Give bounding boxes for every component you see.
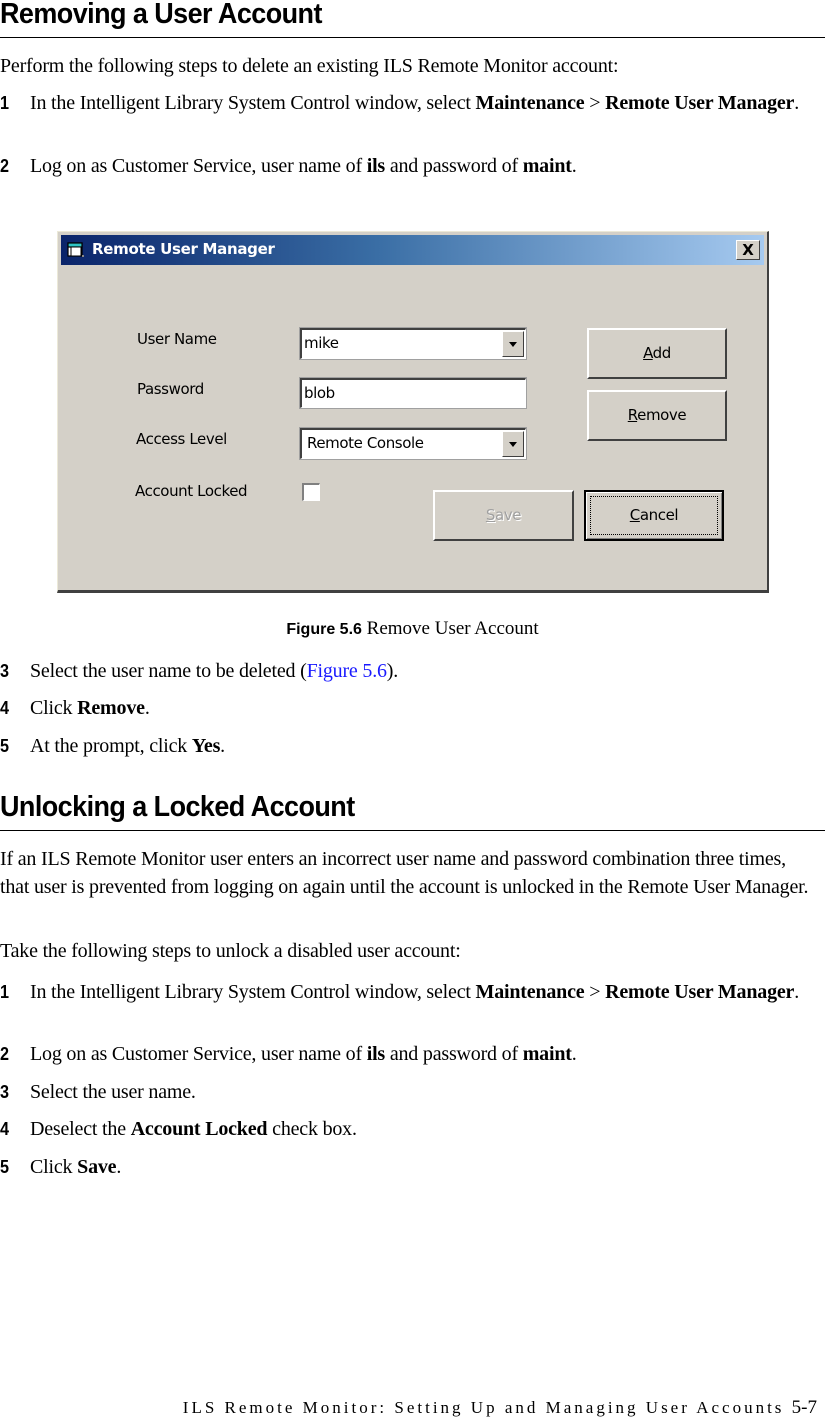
focus-rectangle [590, 496, 718, 535]
step-item: 5 At the prompt, click Yes. [0, 734, 812, 759]
figure-caption: Figure 5.6 Remove User Account [0, 617, 825, 642]
add-label: dd [652, 344, 672, 362]
remote-user-manager-dialog: Remote User Manager X User Name mike Pas… [57, 231, 769, 593]
step-number: 2 [0, 156, 9, 176]
save-button[interactable]: Save [433, 490, 574, 541]
section-heading-removing: Removing a User Account [0, 0, 322, 30]
username-bold: ils [366, 1043, 386, 1065]
save-mnemonic: S [485, 506, 496, 524]
chevron-down-icon[interactable] [502, 331, 524, 357]
punct: . [571, 155, 577, 177]
running-title: ILS Remote Monitor: Setting Up and Manag… [182, 1398, 785, 1417]
unlock-intro: Take the following steps to unlock a dis… [0, 940, 461, 962]
step-item: 3 Select the user name. [0, 1080, 812, 1105]
user-name-label: User Name [137, 330, 217, 348]
menu-path-bold: Maintenance [475, 92, 585, 114]
step-item: 1 In the Intelligent Library System Cont… [0, 980, 812, 1005]
step-item: 4 Click Remove. [0, 696, 812, 721]
step-text: and password of [385, 1043, 523, 1065]
menu-path-bold: Remote User Manager [605, 92, 795, 114]
page-footer: ILS Remote Monitor: Setting Up and Manag… [183, 1397, 817, 1419]
punct: . [794, 92, 800, 114]
punct: . [144, 697, 150, 719]
step-item: 1 In the Intelligent Library System Cont… [0, 91, 812, 116]
save-label: ave [495, 506, 522, 524]
step-number: 3 [0, 1082, 9, 1102]
step-text: In the Intelligent Library System Contro… [30, 92, 476, 114]
step-number: 1 [0, 982, 9, 1002]
step-text: Select the user name. [30, 1081, 196, 1103]
save-bold: Save [77, 1156, 117, 1178]
step-text: At the prompt, click [30, 735, 192, 757]
step-number: 5 [0, 736, 9, 756]
cancel-button[interactable]: Cancel [584, 490, 724, 541]
remove-mnemonic: R [627, 406, 638, 424]
add-mnemonic: A [643, 344, 653, 362]
punct: . [794, 981, 800, 1003]
close-button[interactable]: X [736, 240, 760, 260]
step-number: 4 [0, 1119, 9, 1139]
password-bold: maint [522, 1043, 572, 1065]
password-bold: maint [522, 155, 572, 177]
figure-label: Figure 5.6 [286, 621, 362, 638]
account-locked-checkbox[interactable] [302, 483, 320, 501]
chevron-down-icon[interactable] [502, 431, 524, 457]
step-item: 2 Log on as Customer Service, user name … [0, 154, 812, 179]
step-text: In the Intelligent Library System Contro… [30, 981, 476, 1003]
step-item: 4 Deselect the Account Locked check box. [0, 1117, 812, 1142]
figure-link[interactable]: Figure 5.6 [307, 660, 387, 682]
section-heading-unlocking: Unlocking a Locked Account [0, 791, 355, 823]
user-name-value: mike [304, 334, 339, 352]
step-text: Select the user name to be deleted ( [30, 660, 307, 682]
step-text: Log on as Customer Service, user name of [30, 1043, 367, 1065]
access-level-value: Remote Console [307, 434, 424, 452]
punct: . [571, 1043, 577, 1065]
menu-path-bold: Maintenance [475, 981, 585, 1003]
punct: . [116, 1156, 122, 1178]
page-number: 5-7 [791, 1397, 817, 1418]
account-locked-bold: Account Locked [130, 1118, 268, 1140]
figure-caption-text: Remove User Account [361, 618, 539, 639]
step-item: 3 Select the user name to be deleted (Fi… [0, 659, 812, 684]
menu-separator: > [584, 92, 606, 114]
punct: ). [386, 660, 399, 682]
step-text: check box. [267, 1118, 357, 1140]
password-input[interactable]: blob [299, 377, 527, 409]
yes-bold: Yes [191, 735, 221, 757]
account-locked-label: Account Locked [135, 482, 248, 500]
remove-bold: Remove [77, 697, 145, 719]
menu-separator: > [584, 981, 606, 1003]
app-window-icon [67, 242, 84, 257]
username-bold: ils [366, 155, 386, 177]
dialog-title: Remote User Manager [92, 240, 275, 258]
title-bar[interactable]: Remote User Manager X [61, 235, 764, 265]
step-number: 2 [0, 1044, 9, 1064]
step-number: 5 [0, 1157, 9, 1177]
step-text: Click [30, 697, 78, 719]
step-text: Deselect the [30, 1118, 131, 1140]
punct: . [220, 735, 225, 757]
step-text: and password of [385, 155, 523, 177]
heading-rule [0, 830, 825, 831]
access-level-dropdown[interactable]: Remote Console [299, 427, 527, 460]
access-level-label: Access Level [136, 430, 227, 448]
password-value: blob [304, 384, 335, 402]
unlock-paragraph: If an ILS Remote Monitor user enters an … [0, 848, 809, 898]
add-button[interactable]: Add [587, 328, 727, 379]
heading-rule [0, 37, 825, 38]
step-number: 4 [0, 698, 9, 718]
remove-button[interactable]: Remove [587, 390, 727, 441]
step-item: 5 Click Save. [0, 1155, 812, 1180]
user-name-dropdown[interactable]: mike [299, 327, 527, 360]
step-text: Log on as Customer Service, user name of [30, 155, 367, 177]
step-number: 1 [0, 93, 9, 113]
remove-label: emove [637, 406, 687, 424]
step-item: 2 Log on as Customer Service, user name … [0, 1042, 812, 1067]
password-label: Password [137, 380, 204, 398]
intro-paragraph: Perform the following steps to delete an… [0, 55, 619, 77]
step-text: Click [30, 1156, 78, 1178]
step-number: 3 [0, 661, 9, 681]
menu-path-bold: Remote User Manager [605, 981, 795, 1003]
